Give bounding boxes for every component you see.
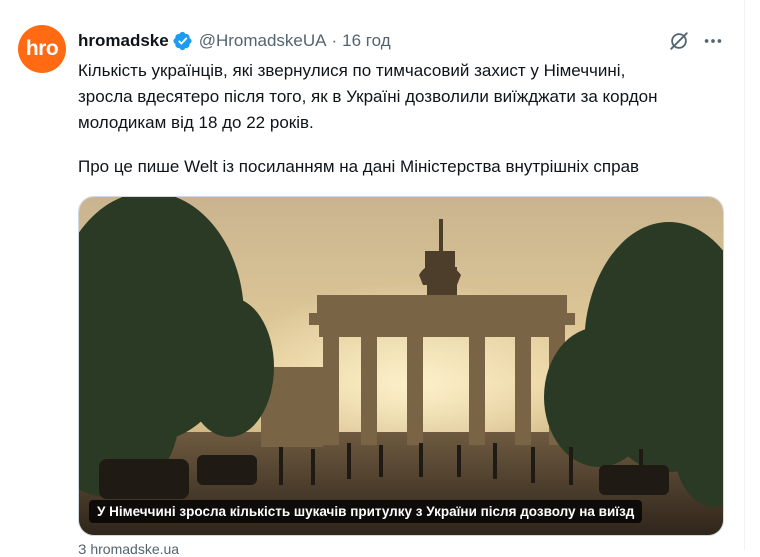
more-options-icon[interactable] xyxy=(702,30,724,52)
timeline-divider xyxy=(744,0,745,550)
tweet-paragraph: Кількість українців, які звернулися по т… xyxy=(78,61,658,132)
verified-badge-icon xyxy=(173,31,193,51)
avatar-logo-text: hro xyxy=(25,37,59,60)
tweet-header: hromadske @HromadskeUA · 16 год xyxy=(78,30,391,52)
avatar[interactable]: hro xyxy=(18,25,66,73)
tweet-paragraph: Про це пише Welt із посиланням на дані М… xyxy=(78,157,640,176)
author-handle[interactable]: @HromadskeUA xyxy=(199,31,327,51)
card-caption: У Німеччині зросла кількість шукачів при… xyxy=(89,500,643,523)
author-name[interactable]: hromadske xyxy=(78,31,169,51)
header-separator: · xyxy=(331,31,338,50)
link-card[interactable]: У Німеччині зросла кількість шукачів при… xyxy=(78,196,724,536)
grok-icon[interactable] xyxy=(668,30,690,52)
tweet-text: Кількість українців, які звернулися по т… xyxy=(78,58,728,180)
tweet-timestamp[interactable]: 16 год xyxy=(342,31,390,51)
card-source-link[interactable]: З hromadske.ua xyxy=(78,541,179,557)
brandenburg-gate-photo xyxy=(79,197,723,535)
